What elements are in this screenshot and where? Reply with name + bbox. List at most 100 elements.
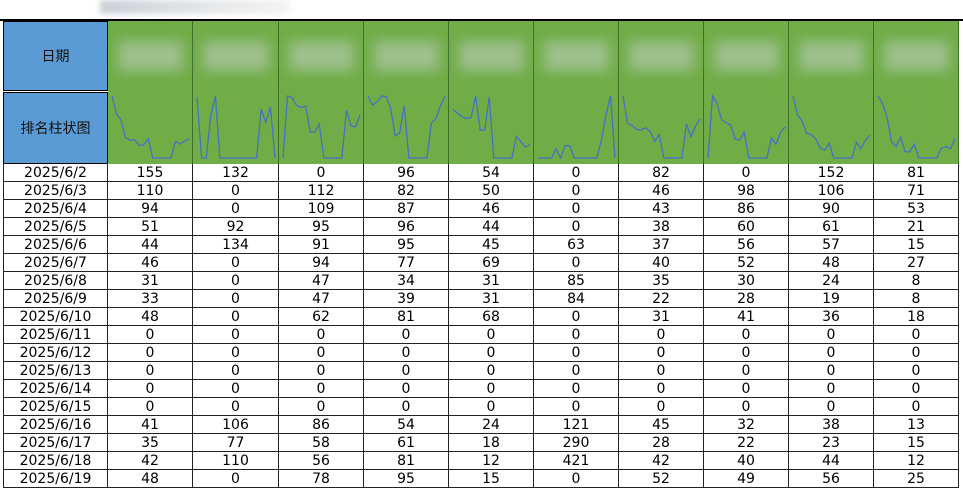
rank-value-cell[interactable]: 0 xyxy=(534,326,619,344)
rank-value-cell[interactable]: 92 xyxy=(193,218,279,236)
rank-value-cell[interactable]: 27 xyxy=(874,254,959,272)
date-cell[interactable]: 2025/6/11 xyxy=(3,326,108,344)
rank-value-cell[interactable]: 0 xyxy=(619,380,704,398)
date-cell[interactable]: 2025/6/13 xyxy=(3,362,108,380)
rank-value-cell[interactable]: 22 xyxy=(704,434,789,452)
rank-value-cell[interactable]: 0 xyxy=(279,362,364,380)
rank-value-cell[interactable]: 106 xyxy=(193,416,279,434)
rank-value-cell[interactable]: 121 xyxy=(534,416,619,434)
date-cell[interactable]: 2025/6/19 xyxy=(3,470,108,488)
rank-value-cell[interactable]: 112 xyxy=(279,182,364,200)
rank-value-cell[interactable]: 86 xyxy=(279,416,364,434)
date-cell[interactable]: 2025/6/8 xyxy=(3,272,108,290)
product-name-cell-5[interactable] xyxy=(449,21,534,92)
rank-value-cell[interactable]: 24 xyxy=(789,272,874,290)
rank-value-cell[interactable]: 0 xyxy=(193,182,279,200)
rank-value-cell[interactable]: 48 xyxy=(789,254,874,272)
rank-value-cell[interactable]: 0 xyxy=(874,380,959,398)
rank-value-cell[interactable]: 69 xyxy=(449,254,534,272)
rank-value-cell[interactable]: 86 xyxy=(704,200,789,218)
rank-value-cell[interactable]: 0 xyxy=(193,290,279,308)
rank-value-cell[interactable]: 0 xyxy=(108,326,193,344)
rank-value-cell[interactable]: 0 xyxy=(279,326,364,344)
rank-value-cell[interactable]: 0 xyxy=(449,380,534,398)
rank-value-cell[interactable]: 95 xyxy=(364,236,449,254)
rank-value-cell[interactable]: 0 xyxy=(193,308,279,326)
rank-value-cell[interactable]: 35 xyxy=(108,434,193,452)
rank-value-cell[interactable]: 0 xyxy=(449,362,534,380)
date-cell[interactable]: 2025/6/14 xyxy=(3,380,108,398)
rank-value-cell[interactable]: 77 xyxy=(193,434,279,452)
rank-value-cell[interactable]: 0 xyxy=(534,380,619,398)
rank-value-cell[interactable]: 0 xyxy=(789,344,874,362)
date-cell[interactable]: 2025/6/18 xyxy=(3,452,108,470)
rank-value-cell[interactable]: 0 xyxy=(874,344,959,362)
rank-value-cell[interactable]: 0 xyxy=(279,344,364,362)
rank-value-cell[interactable]: 155 xyxy=(108,164,193,182)
rank-value-cell[interactable]: 0 xyxy=(704,362,789,380)
product-name-cell-8[interactable] xyxy=(704,21,789,92)
rank-value-cell[interactable]: 28 xyxy=(619,434,704,452)
rank-value-cell[interactable]: 95 xyxy=(364,470,449,488)
rank-value-cell[interactable]: 0 xyxy=(534,398,619,416)
rank-value-cell[interactable]: 38 xyxy=(789,416,874,434)
rank-value-cell[interactable]: 0 xyxy=(193,254,279,272)
rank-value-cell[interactable]: 13 xyxy=(874,416,959,434)
rank-value-cell[interactable]: 0 xyxy=(874,398,959,416)
rank-value-cell[interactable]: 0 xyxy=(449,344,534,362)
rank-value-cell[interactable]: 106 xyxy=(789,182,874,200)
rank-value-cell[interactable]: 22 xyxy=(619,290,704,308)
rank-value-cell[interactable]: 0 xyxy=(193,362,279,380)
sparkline-cell-7[interactable] xyxy=(619,92,704,164)
rank-value-cell[interactable]: 61 xyxy=(364,434,449,452)
rank-value-cell[interactable]: 31 xyxy=(619,308,704,326)
rank-value-cell[interactable]: 31 xyxy=(108,272,193,290)
rank-value-cell[interactable]: 44 xyxy=(108,236,193,254)
rank-value-cell[interactable]: 0 xyxy=(279,164,364,182)
rank-value-cell[interactable]: 77 xyxy=(364,254,449,272)
sparkline-cell-6[interactable] xyxy=(534,92,619,164)
rank-value-cell[interactable]: 96 xyxy=(364,218,449,236)
date-cell[interactable]: 2025/6/16 xyxy=(3,416,108,434)
rank-value-cell[interactable]: 43 xyxy=(619,200,704,218)
rank-value-cell[interactable]: 0 xyxy=(619,344,704,362)
rank-value-cell[interactable]: 47 xyxy=(279,272,364,290)
rank-value-cell[interactable]: 40 xyxy=(619,254,704,272)
rank-value-cell[interactable]: 0 xyxy=(193,380,279,398)
rank-value-cell[interactable]: 49 xyxy=(704,470,789,488)
rank-value-cell[interactable]: 40 xyxy=(704,452,789,470)
product-name-cell-1[interactable] xyxy=(108,21,193,92)
rank-value-cell[interactable]: 54 xyxy=(364,416,449,434)
rank-value-cell[interactable]: 42 xyxy=(619,452,704,470)
product-name-cell-4[interactable] xyxy=(364,21,449,92)
rank-value-cell[interactable]: 15 xyxy=(874,236,959,254)
rank-value-cell[interactable]: 58 xyxy=(279,434,364,452)
rank-value-cell[interactable]: 54 xyxy=(449,164,534,182)
rank-value-cell[interactable]: 38 xyxy=(619,218,704,236)
date-header-cell[interactable]: 日期 xyxy=(3,21,108,91)
rank-value-cell[interactable]: 68 xyxy=(449,308,534,326)
rank-value-cell[interactable]: 28 xyxy=(704,290,789,308)
rank-value-cell[interactable]: 34 xyxy=(364,272,449,290)
sparkline-cell-2[interactable] xyxy=(193,92,279,164)
rank-value-cell[interactable]: 48 xyxy=(108,470,193,488)
product-name-cell-9[interactable] xyxy=(789,21,874,92)
rank-value-cell[interactable]: 0 xyxy=(789,398,874,416)
sparkline-cell-8[interactable] xyxy=(704,92,789,164)
rank-value-cell[interactable]: 8 xyxy=(874,290,959,308)
rank-value-cell[interactable]: 0 xyxy=(874,362,959,380)
rank-value-cell[interactable]: 0 xyxy=(534,164,619,182)
rank-value-cell[interactable]: 21 xyxy=(874,218,959,236)
rank-value-cell[interactable]: 84 xyxy=(534,290,619,308)
rank-value-cell[interactable]: 152 xyxy=(789,164,874,182)
rank-value-cell[interactable]: 24 xyxy=(449,416,534,434)
rank-value-cell[interactable]: 18 xyxy=(449,434,534,452)
rank-value-cell[interactable]: 0 xyxy=(534,344,619,362)
date-cell[interactable]: 2025/6/4 xyxy=(3,200,108,218)
rank-value-cell[interactable]: 110 xyxy=(193,452,279,470)
rank-value-cell[interactable]: 85 xyxy=(534,272,619,290)
rank-value-cell[interactable]: 0 xyxy=(789,362,874,380)
rank-value-cell[interactable]: 110 xyxy=(108,182,193,200)
rank-value-cell[interactable]: 12 xyxy=(449,452,534,470)
rank-value-cell[interactable]: 90 xyxy=(789,200,874,218)
